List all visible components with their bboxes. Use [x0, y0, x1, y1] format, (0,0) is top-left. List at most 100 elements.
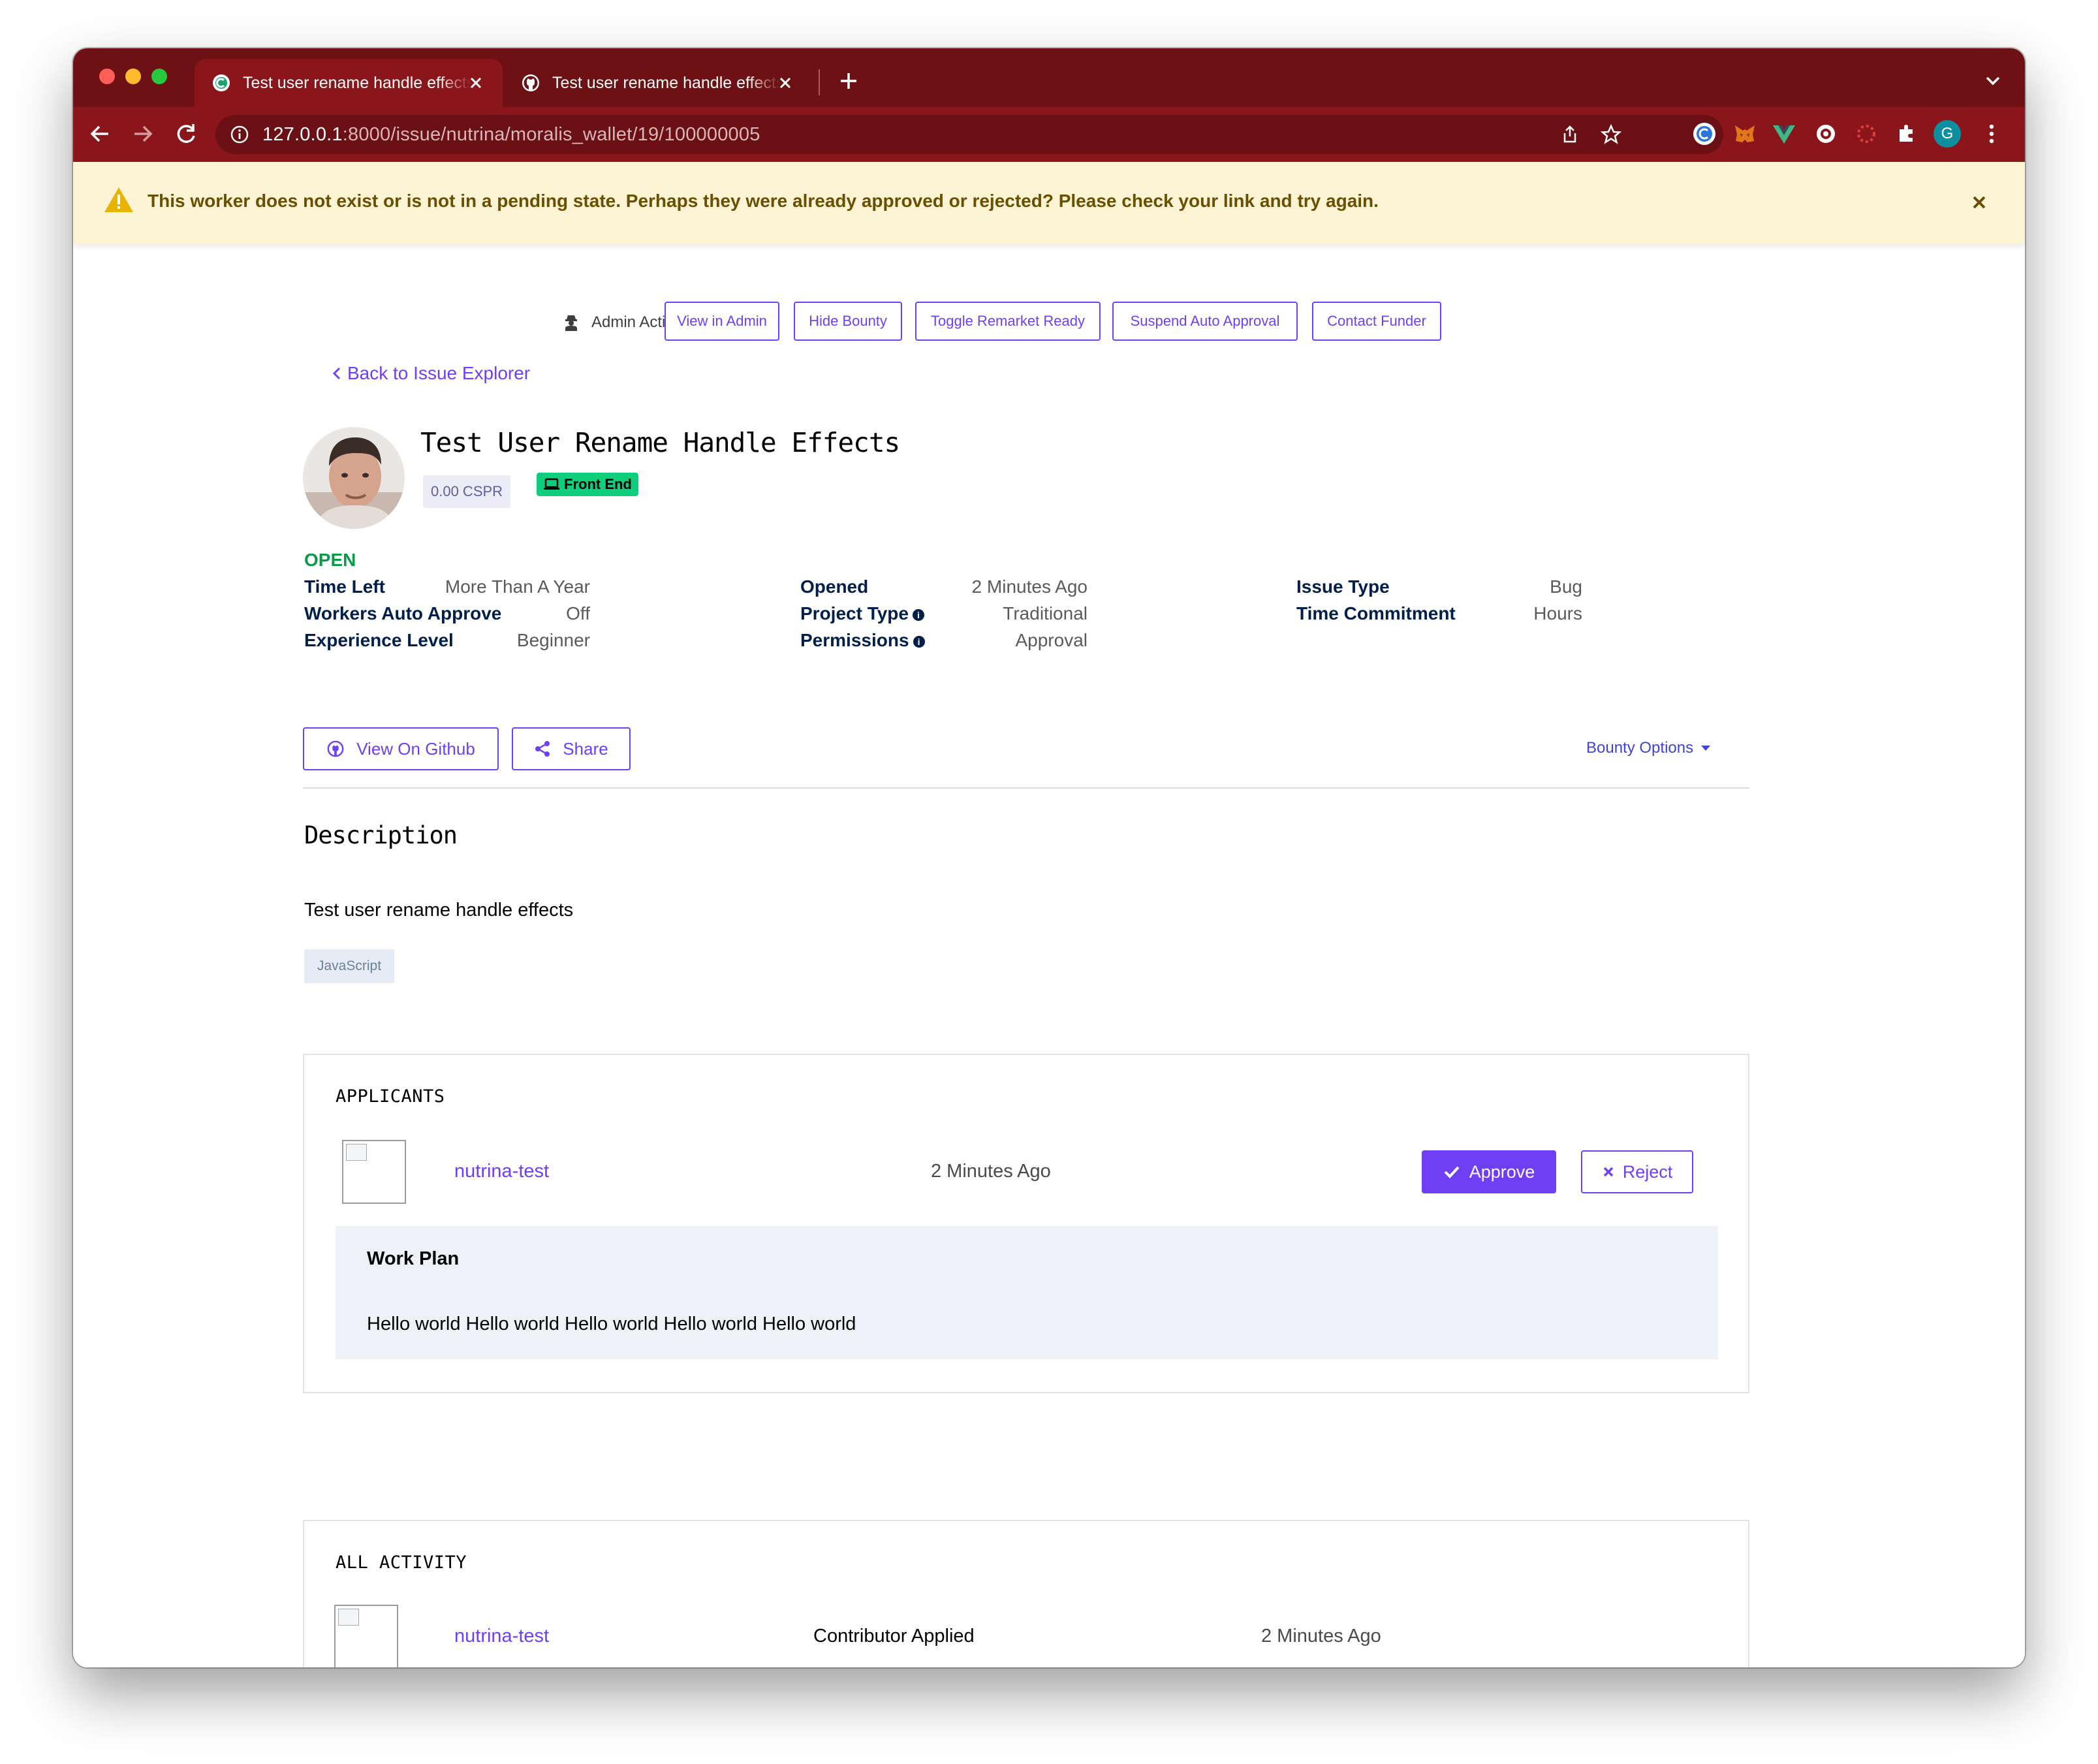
funder-avatar[interactable]: [303, 427, 405, 529]
profile-initial: G: [1941, 125, 1954, 142]
details-column-1: Time Left More Than A Year Workers Auto A…: [304, 573, 590, 654]
detail-row: Time Commitment Hours: [1296, 600, 1582, 627]
browser-window: Test user rename handle effects Test use…: [73, 48, 2025, 1667]
work-plan-panel: Work Plan Hello world Hello world Hello …: [336, 1226, 1718, 1359]
extension-spinner-icon[interactable]: [1853, 120, 1880, 148]
detail-value: Approval: [1015, 630, 1088, 650]
new-tab-icon[interactable]: [836, 68, 862, 94]
back-to-explorer-link[interactable]: Back to Issue Explorer: [332, 363, 530, 384]
minimize-window-dot[interactable]: [125, 69, 141, 84]
github-icon: [522, 74, 539, 91]
github-icon: [327, 740, 344, 757]
approve-label: Approve: [1469, 1161, 1535, 1182]
metamask-fox-icon[interactable]: [1731, 120, 1759, 148]
bounty-options-label: Bounty Options: [1586, 739, 1694, 757]
page-viewport: This worker does not exist or is not in …: [73, 162, 2025, 1667]
url-text: 127.0.0.1:8000/issue/nutrina/moralis_wal…: [262, 123, 760, 145]
dismiss-alert-icon[interactable]: [1969, 192, 1990, 213]
detail-row: Permissions i Approval: [800, 627, 1088, 654]
keyword-label: Front End: [564, 476, 632, 492]
applicants-card: APPLICANTS nutrina-test 2 Minutes Ago Ap…: [303, 1054, 1749, 1393]
detail-row: Opened 2 Minutes Ago: [800, 573, 1088, 600]
description-heading: Description: [304, 821, 458, 849]
language-tag[interactable]: JavaScript: [304, 949, 395, 983]
tab-github[interactable]: Test user rename handle effects: [504, 59, 812, 107]
tab-divider: [819, 69, 820, 95]
view-in-admin-button[interactable]: View in Admin: [665, 302, 779, 341]
detail-label: Time Commitment: [1296, 603, 1456, 623]
forward-arrow-icon[interactable]: [128, 119, 158, 149]
activity-card: ALL ACTIVITY nutrina-test Contributor Ap…: [303, 1520, 1749, 1667]
reload-icon[interactable]: [171, 119, 201, 149]
tab-gitcoin[interactable]: Test user rename handle effects: [195, 59, 503, 107]
bookmark-star-icon[interactable]: [1601, 124, 1621, 145]
toggle-remarket-ready-button[interactable]: Toggle Remarket Ready: [915, 302, 1101, 341]
extension-globe-icon[interactable]: [1812, 120, 1840, 148]
status-badge: OPEN: [304, 550, 356, 570]
activity-avatar[interactable]: [334, 1605, 398, 1667]
site-info-icon[interactable]: [230, 125, 249, 144]
info-icon[interactable]: i: [912, 609, 924, 621]
tab-title: Test user rename handle effects: [243, 73, 471, 92]
alert-message: This worker does not exist or is not in …: [148, 191, 1379, 211]
back-arrow-icon[interactable]: [85, 119, 115, 149]
browser-toolbar: 127.0.0.1:8000/issue/nutrina/moralis_wal…: [73, 107, 2025, 162]
detail-value: 2 Minutes Ago: [971, 576, 1088, 597]
applicant-time: 2 Minutes Ago: [931, 1161, 1051, 1182]
address-bar[interactable]: 127.0.0.1:8000/issue/nutrina/moralis_wal…: [215, 115, 1723, 154]
view-on-github-button[interactable]: View On Github: [303, 727, 499, 770]
applicant-handle-link[interactable]: nutrina-test: [454, 1161, 549, 1182]
reject-label: Reject: [1622, 1161, 1673, 1182]
work-plan-text: Hello world Hello world Hello world Hell…: [367, 1314, 856, 1334]
bounty-options-dropdown[interactable]: Bounty Options: [1586, 739, 1711, 757]
approve-button[interactable]: Approve: [1422, 1150, 1556, 1193]
info-icon[interactable]: i: [913, 636, 925, 648]
extensions-puzzle-icon[interactable]: [1893, 120, 1920, 148]
detail-label: Opened: [800, 576, 869, 597]
suspend-auto-approval-button[interactable]: Suspend Auto Approval: [1112, 302, 1298, 341]
share-icon: [535, 741, 550, 757]
warning-triangle-icon: [104, 187, 133, 212]
admin-actions-bar: Admin Actions View in Admin Hide Bounty …: [73, 302, 2025, 343]
detail-label: Workers Auto Approve: [304, 603, 502, 623]
detail-row: Issue Type Bug: [1296, 573, 1582, 600]
share-button[interactable]: Share: [512, 727, 631, 770]
more-menu-icon[interactable]: [1978, 120, 2005, 148]
gitcoin-icon: [213, 74, 230, 91]
close-window-dot[interactable]: [99, 69, 115, 84]
detail-value: Off: [566, 603, 590, 623]
activity-time: 2 Minutes Ago: [1261, 1626, 1381, 1646]
details-column-3: Issue Type Bug Time Commitment Hours: [1296, 573, 1582, 627]
detail-label: Permissions: [800, 630, 909, 650]
close-tab-icon[interactable]: [775, 73, 795, 93]
zoom-window-dot[interactable]: [151, 69, 167, 84]
applicants-heading: APPLICANTS: [336, 1086, 445, 1107]
profile-avatar[interactable]: G: [1934, 120, 1961, 148]
github-button-label: View On Github: [356, 738, 475, 759]
share-page-icon[interactable]: [1560, 125, 1580, 144]
bounty-amount-badge: 0.00 CSPR: [423, 475, 511, 508]
activity-event: Contributor Applied: [813, 1626, 975, 1646]
detail-label: Issue Type: [1296, 576, 1390, 597]
activity-heading: ALL ACTIVITY: [336, 1552, 467, 1573]
detail-label: Experience Level: [304, 630, 454, 650]
chevron-left-icon: [332, 367, 341, 380]
reject-button[interactable]: Reject: [1581, 1150, 1693, 1193]
work-plan-title: Work Plan: [367, 1248, 460, 1269]
warning-alert: This worker does not exist or is not in …: [73, 162, 2025, 244]
vue-devtools-icon[interactable]: [1770, 120, 1798, 148]
activity-handle-link[interactable]: nutrina-test: [454, 1626, 549, 1647]
caret-down-icon: [1701, 746, 1711, 751]
detail-value: Hours: [1533, 603, 1582, 623]
hide-bounty-button[interactable]: Hide Bounty: [794, 302, 902, 341]
detail-row: Time Left More Than A Year: [304, 573, 590, 600]
applicant-avatar[interactable]: [342, 1140, 406, 1204]
tab-search-chevron-icon[interactable]: [1982, 71, 2004, 90]
contact-funder-button[interactable]: Contact Funder: [1312, 302, 1441, 341]
share-button-label: Share: [563, 738, 608, 759]
close-tab-icon[interactable]: [466, 73, 486, 93]
laptop-icon: [544, 478, 559, 490]
gitcoin-extension-icon[interactable]: [1691, 120, 1718, 148]
detail-value: Traditional: [1003, 603, 1088, 623]
issue-title: Test User Rename Handle Effects: [420, 427, 900, 458]
